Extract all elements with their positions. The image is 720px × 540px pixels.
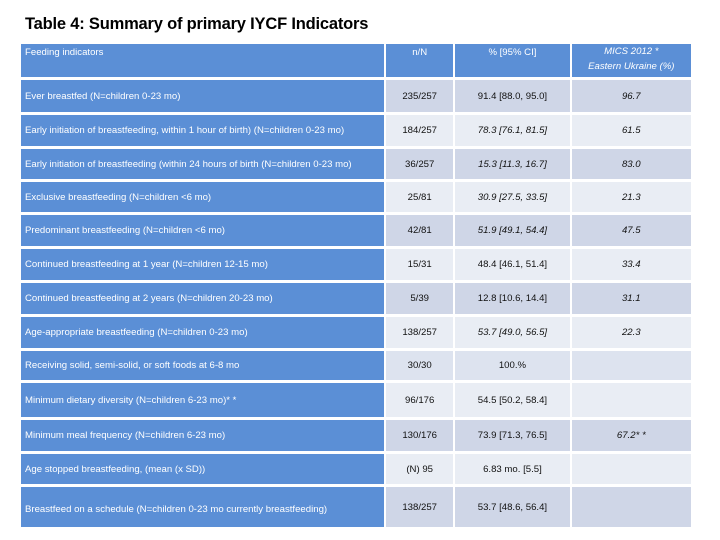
- header-n-over-n: n/N: [386, 44, 454, 77]
- n-over-n-cell: 184/257: [386, 115, 454, 146]
- table-row: Age-appropriate breastfeeding (N=childre…: [21, 317, 691, 348]
- n-over-n-cell: 130/176: [386, 420, 454, 451]
- mics-cell: 67.2* *: [571, 420, 691, 451]
- indicator-cell: Minimum dietary diversity (N=children 6-…: [21, 383, 385, 417]
- indicator-cell: Age-appropriate breastfeeding (N=childre…: [21, 317, 385, 348]
- mics-cell: [571, 487, 691, 527]
- percent-ci-cell: 91.4 [88.0, 95.0]: [455, 80, 570, 112]
- percent-ci-cell: 54.5 [50.2, 58.4]: [455, 383, 570, 417]
- table-row: Minimum meal frequency (N=children 6-23 …: [21, 420, 691, 451]
- mics-cell: [571, 454, 691, 484]
- percent-ci-cell: 78.3 [76.1, 81.5]: [455, 115, 570, 146]
- mics-cell: 21.3: [571, 182, 691, 212]
- n-over-n-cell: 5/39: [386, 283, 454, 314]
- mics-cell: 61.5: [571, 115, 691, 146]
- indicator-cell: Exclusive breastfeeding (N=children <6 m…: [21, 182, 385, 212]
- table-row: Early initiation of breastfeeding (withi…: [21, 149, 691, 179]
- indicator-cell: Minimum meal frequency (N=children 6-23 …: [21, 420, 385, 451]
- n-over-n-cell: 96/176: [386, 383, 454, 417]
- header-mics-line2: Eastern Ukraine (%): [588, 61, 675, 72]
- percent-ci-cell: 6.83 mo. [5.5]: [455, 454, 570, 484]
- n-over-n-cell: 42/81: [386, 215, 454, 246]
- n-over-n-cell: 138/257: [386, 317, 454, 348]
- header-mics-2012: MICS 2012 * Eastern Ukraine (%): [571, 44, 691, 77]
- indicator-cell: Predominant breastfeeding (N=children <6…: [21, 215, 385, 246]
- table-title: Table 4: Summary of primary IYCF Indicat…: [25, 15, 369, 33]
- table-header-row: Feeding indicators n/N % [95% CI] MICS 2…: [21, 44, 691, 77]
- percent-ci-cell: 53.7 [49.0, 56.5]: [455, 317, 570, 348]
- table-row: Breastfeed on a schedule (N=children 0-2…: [21, 487, 691, 527]
- table-row: Early initiation of breastfeeding, withi…: [21, 115, 691, 146]
- table-row: Continued breastfeeding at 1 year (N=chi…: [21, 249, 691, 280]
- mics-cell: [571, 383, 691, 417]
- indicator-cell: Breastfeed on a schedule (N=children 0-2…: [21, 487, 385, 527]
- n-over-n-cell: 25/81: [386, 182, 454, 212]
- n-over-n-cell: 235/257: [386, 80, 454, 112]
- indicator-cell: Early initiation of breastfeeding (withi…: [21, 149, 385, 179]
- table-row: Exclusive breastfeeding (N=children <6 m…: [21, 182, 691, 212]
- table-row: Age stopped breastfeeding, (mean (x SD))…: [21, 454, 691, 484]
- mics-cell: 33.4: [571, 249, 691, 280]
- indicator-cell: Continued breastfeeding at 2 years (N=ch…: [21, 283, 385, 314]
- percent-ci-cell: 51.9 [49.1, 54.4]: [455, 215, 570, 246]
- table-row: Ever breastfed (N=children 0-23 mo) 235/…: [21, 80, 691, 112]
- n-over-n-cell: 36/257: [386, 149, 454, 179]
- mics-cell: [571, 351, 691, 380]
- indicator-cell: Continued breastfeeding at 1 year (N=chi…: [21, 249, 385, 280]
- percent-ci-cell: 73.9 [71.3, 76.5]: [455, 420, 570, 451]
- mics-cell: 31.1: [571, 283, 691, 314]
- indicator-cell: Ever breastfed (N=children 0-23 mo): [21, 80, 385, 112]
- mics-cell: 47.5: [571, 215, 691, 246]
- mics-cell: 96.7: [571, 80, 691, 112]
- table-row: Predominant breastfeeding (N=children <6…: [21, 215, 691, 246]
- table-row: Continued breastfeeding at 2 years (N=ch…: [21, 283, 691, 314]
- iycf-indicators-table: Feeding indicators n/N % [95% CI] MICS 2…: [19, 41, 693, 530]
- header-mics-line1: MICS 2012 *: [604, 46, 659, 57]
- header-feeding-indicators: Feeding indicators: [21, 44, 385, 77]
- mics-cell: 83.0: [571, 149, 691, 179]
- n-over-n-cell: 138/257: [386, 487, 454, 527]
- indicator-cell: Early initiation of breastfeeding, withi…: [21, 115, 385, 146]
- percent-ci-cell: 15.3 [11.3, 16.7]: [455, 149, 570, 179]
- percent-ci-cell: 12.8 [10.6, 14.4]: [455, 283, 570, 314]
- n-over-n-cell: 15/31: [386, 249, 454, 280]
- percent-ci-cell: 53.7 [48.6, 56.4]: [455, 487, 570, 527]
- mics-cell: 22.3: [571, 317, 691, 348]
- n-over-n-cell: 30/30: [386, 351, 454, 380]
- n-over-n-cell: (N) 95: [386, 454, 454, 484]
- table-row: Receiving solid, semi-solid, or soft foo…: [21, 351, 691, 380]
- percent-ci-cell: 30.9 [27.5, 33.5]: [455, 182, 570, 212]
- indicator-cell: Receiving solid, semi-solid, or soft foo…: [21, 351, 385, 380]
- header-percent-ci: % [95% CI]: [455, 44, 570, 77]
- percent-ci-cell: 100.%: [455, 351, 570, 380]
- indicator-cell: Age stopped breastfeeding, (mean (x SD)): [21, 454, 385, 484]
- table-row: Minimum dietary diversity (N=children 6-…: [21, 383, 691, 417]
- percent-ci-cell: 48.4 [46.1, 51.4]: [455, 249, 570, 280]
